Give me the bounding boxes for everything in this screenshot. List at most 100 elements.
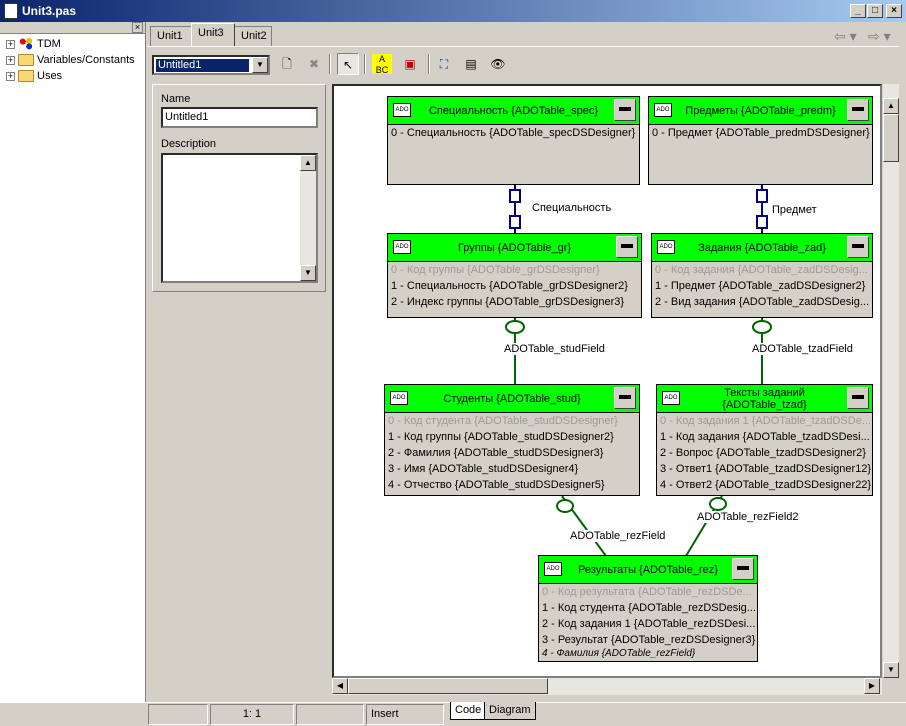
tab-diagram[interactable]: Diagram [484,702,536,720]
field-row[interactable]: 4 - Ответ2 {ADOTable_tzadDSDesigner22} [657,477,872,493]
field-row[interactable]: 2 - Индекс группы {ADOTable_grDSDesigner… [388,294,641,310]
toolbar-separator [364,54,366,74]
relation-label: ADOTable_studField [504,343,605,355]
scroll-thumb[interactable] [348,678,548,694]
entity-header: ADO Задания {ADOTable_zad} [652,234,872,262]
component-icon [18,38,34,51]
description-field[interactable]: ▲ ▼ [161,153,318,283]
scroll-up-icon[interactable]: ▲ [883,98,899,114]
field-row[interactable]: 0 - Код группы {ADOTable_grDSDesigner} [388,262,641,278]
chevron-down-icon[interactable]: ▼ [252,57,268,73]
window-title: Unit3.pas [22,4,77,18]
entity-title: Группы {ADOTable_gr} [457,241,572,254]
entity-stud[interactable]: ADO Студенты {ADOTable_stud} 0 - Код сту… [384,384,640,496]
collapse-button[interactable] [847,236,869,258]
diagram-canvas[interactable]: ADO Специальность {ADOTable_spec} 0 - Сп… [332,84,882,678]
field-row[interactable]: 0 - Код результата {ADOTable_rezDSDe... [539,584,757,600]
description-label: Description [161,138,217,150]
expand-icon[interactable]: + [6,55,15,65]
entity-tzad[interactable]: ADO Тексты заданий {ADOTable_tzad} 0 - К… [656,384,873,496]
folder-icon [18,70,34,83]
tree-item-label: Variables/Constants [37,54,135,66]
collapse-button[interactable] [847,387,869,409]
relation-label: ADOTable_rezField2 [697,511,799,523]
field-row[interactable]: 2 - Фамилия {ADOTable_studDSDesigner3} [385,445,639,461]
field-row[interactable]: 1 - Код группы {ADOTable_studDSDesigner2… [385,429,639,445]
scroll-down-icon[interactable]: ▼ [300,265,316,281]
field-row[interactable]: 2 - Вид задания {ADOTable_zadDSDesig... [652,294,872,310]
collapse-button[interactable] [732,558,754,580]
tab-unit2[interactable]: Unit2 [234,26,272,46]
close-button[interactable]: × [886,4,902,18]
back-arrow-icon[interactable]: ⇦ ▾ [834,28,857,45]
master-detail-icon[interactable]: ⛶ [433,53,455,75]
pointer-icon[interactable]: ↖ [337,53,359,75]
field-row[interactable]: 0 - Код студента {ADOTable_studDSDesigne… [385,413,639,429]
scroll-left-icon[interactable]: ◀ [332,678,348,694]
scroll-right-icon[interactable]: ▶ [864,678,880,694]
entity-header: ADO Тексты заданий {ADOTable_tzad} [657,385,872,413]
field-row[interactable]: 0 - Специальность {ADOTable_specDSDesign… [388,125,639,141]
new-diagram-icon[interactable]: 🗋 [276,53,298,75]
scroll-up-icon[interactable]: ▲ [300,155,316,171]
vertical-scrollbar[interactable]: ▲ ▼ [882,84,899,678]
collapse-button[interactable] [614,387,636,409]
field-row[interactable]: 4 - Отчество {ADOTable_studDSDesigner5} [385,477,639,493]
field-row[interactable]: 1 - Специальность {ADOTable_grDSDesigner… [388,278,641,294]
view-icon[interactable]: 👁 [487,53,509,75]
field-row[interactable]: 1 - Код студента {ADOTable_rezDSDesig... [539,600,757,616]
comment-abc-icon[interactable]: A BC [372,54,392,75]
field-row[interactable]: 3 - Ответ1 {ADOTable_tzadDSDesigner12} [657,461,872,477]
entity-header: ADO Студенты {ADOTable_stud} [385,385,639,413]
close-panel-icon[interactable]: × [132,22,143,33]
document-icon [4,3,18,19]
tab-unit3[interactable]: Unit3 [191,23,235,46]
field-row[interactable]: 0 - Код задания 1 {ADOTable_tzadDSDe... [657,413,872,429]
field-row[interactable]: 1 - Код задания {ADOTable_tzadDSDesi... [657,429,872,445]
table-icon: ADO [657,240,675,254]
field-row[interactable]: 3 - Результат {ADOTable_rezDSDesigner3} [539,632,757,648]
tab-divider [147,46,899,47]
delete-diagram-icon[interactable]: ✖ [303,53,325,75]
entity-zad[interactable]: ADO Задания {ADOTable_zad} 0 - Код задан… [651,233,873,318]
entity-title: Студенты {ADOTable_stud} [443,392,581,405]
entity-spec[interactable]: ADO Специальность {ADOTable_spec} 0 - Сп… [387,96,640,185]
field-row[interactable]: 2 - Вопрос {ADOTable_tzadDSDesigner2} [657,445,872,461]
collapse-button[interactable] [616,236,638,258]
tree-item-uses[interactable]: + Uses [6,70,62,86]
tree-item-variables[interactable]: + Variables/Constants [6,54,135,70]
table-icon: ADO [390,391,408,405]
tree-item-tdm[interactable]: + TDM [6,38,61,54]
expand-icon[interactable]: + [6,39,15,49]
maximize-button[interactable]: □ [867,4,883,18]
scroll-down-icon[interactable]: ▼ [883,662,899,678]
description-scrollbar[interactable]: ▲ ▼ [300,155,316,281]
minimize-button[interactable]: _ [850,4,866,18]
horizontal-scrollbar[interactable]: ◀ ▶ [332,678,882,695]
diagram-select[interactable]: Untitled1 ▼ [152,55,270,75]
tab-unit1[interactable]: Unit1 [150,26,192,46]
lookup-icon[interactable]: ▤ [460,53,482,75]
collapse-button[interactable] [614,99,636,121]
field-row[interactable]: 2 - Код задания 1 {ADOTable_rezDSDesi... [539,616,757,632]
entity-gr[interactable]: ADO Группы {ADOTable_gr} 0 - Код группы … [387,233,642,318]
forward-arrow-icon[interactable]: ⇨ ▾ [868,28,891,45]
property-link-icon[interactable]: ▣ [399,53,421,75]
collapse-button[interactable] [847,99,869,121]
field-row[interactable]: 1 - Предмет {ADOTable_zadDSDesigner2} [652,278,872,294]
entity-title: Задания {ADOTable_zad} [698,241,826,254]
tree-header: × [0,22,145,34]
title-bar: Unit3.pas _ □ × [0,0,906,22]
entity-predm[interactable]: ADO Предметы {ADOTable_predm} 0 - Предме… [648,96,873,185]
field-row[interactable]: 0 - Предмет {ADOTable_predmDSDesigner} [649,125,872,141]
tab-code[interactable]: Code [450,702,487,720]
name-field[interactable]: Untitled1 [161,107,318,128]
field-row[interactable]: 0 - Код задания {ADOTable_zadDSDesig... [652,262,872,278]
expand-icon[interactable]: + [6,71,15,81]
field-row[interactable]: 4 - Фамилия {ADOTable_rezField} [539,648,757,659]
scroll-thumb[interactable] [883,114,899,162]
entity-header: ADO Предметы {ADOTable_predm} [649,97,872,125]
edit-mode: Insert [366,704,444,725]
field-row[interactable]: 3 - Имя {ADOTable_studDSDesigner4} [385,461,639,477]
entity-rez[interactable]: ADO Результаты {ADOTable_rez} 0 - Код ре… [538,555,758,662]
